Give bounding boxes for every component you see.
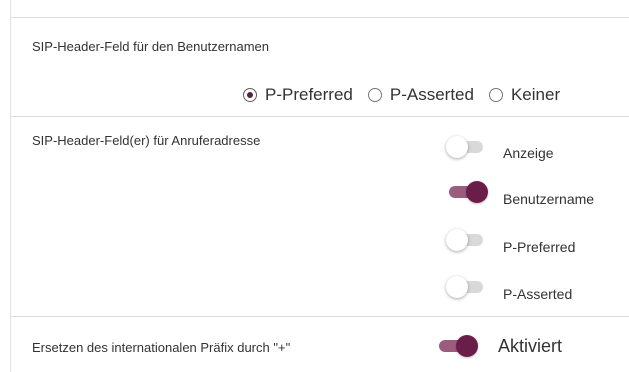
toggle-label-p-preferred: P-Preferred: [503, 239, 576, 255]
toggle-knob: [456, 335, 478, 357]
section-divider-2: [10, 316, 629, 317]
radio-option-p-asserted[interactable]: P-Asserted: [367, 85, 474, 105]
toggle-intl-prefix[interactable]: [436, 335, 478, 357]
radio-option-p-preferred[interactable]: P-Preferred: [243, 85, 353, 105]
radio-label-p-asserted: P-Asserted: [389, 85, 474, 104]
radio-label-p-preferred: P-Preferred: [265, 85, 353, 104]
toggle-label-p-asserted: P-Asserted: [503, 286, 573, 302]
radio-button-p-asserted[interactable]: [367, 88, 382, 102]
section-divider-top: [10, 17, 629, 18]
toggle-benutzername[interactable]: [446, 181, 488, 203]
toggle-label-benutzername: Benutzername: [503, 191, 595, 207]
radio-button-keiner[interactable]: [488, 88, 503, 102]
settings-panel: SIP-Header-Feld für den Benutzernamen P-…: [0, 0, 629, 372]
toggle-knob: [446, 276, 468, 298]
username-header-radio-group: P-Preferred P-Asserted Keiner: [243, 84, 560, 106]
toggle-anzeige[interactable]: [446, 136, 488, 158]
toggle-knob: [446, 136, 468, 158]
radio-button-p-preferred[interactable]: [243, 88, 257, 102]
radio-option-keiner[interactable]: Keiner: [488, 85, 561, 105]
toggle-label-aktiviert: Aktiviert: [498, 336, 563, 356]
toggle-p-preferred[interactable]: [446, 229, 488, 251]
toggle-p-asserted[interactable]: [446, 276, 488, 298]
toggle-label-anzeige: Anzeige: [503, 145, 554, 161]
toggle-knob: [446, 229, 468, 251]
intl-prefix-label: Ersetzen des internationalen Präfix durc…: [32, 340, 291, 355]
section-divider-1: [10, 116, 629, 117]
radio-label-keiner: Keiner: [510, 85, 561, 104]
toggle-knob: [466, 181, 488, 203]
username-header-label: SIP-Header-Feld für den Benutzernamen: [32, 39, 270, 54]
caller-address-label: SIP-Header-Feld(er) für Anruferadresse: [32, 133, 261, 148]
